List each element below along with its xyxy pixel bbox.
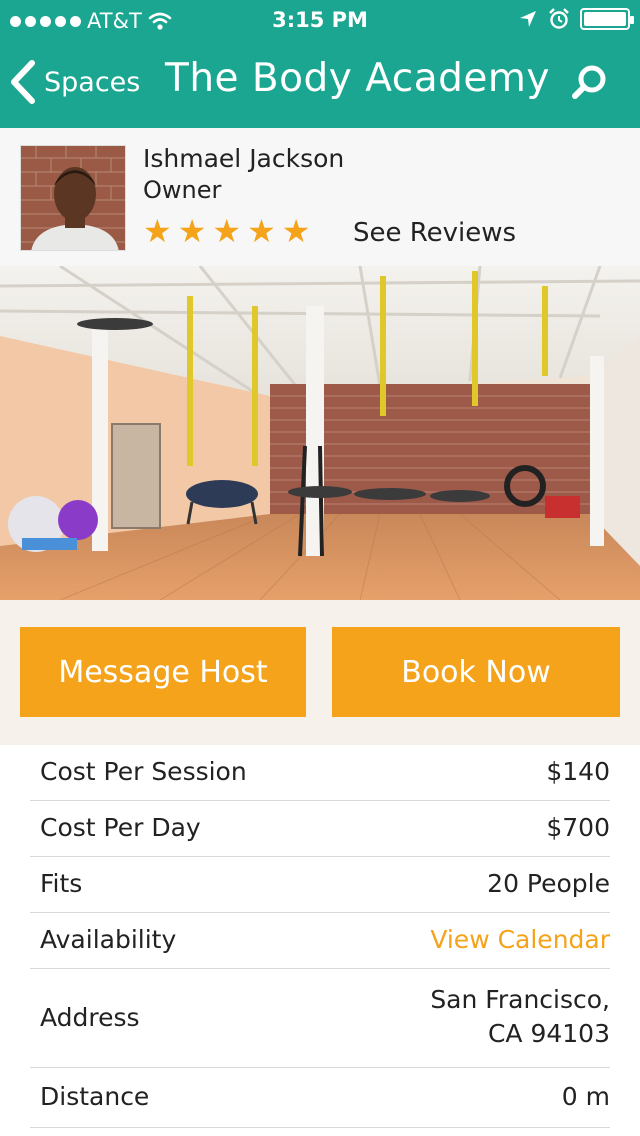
star-icon: ★ [143,212,172,250]
detail-value: 20 People [487,869,610,898]
back-label: Spaces [44,66,141,98]
back-button[interactable]: Spaces [8,54,140,110]
see-reviews-link[interactable]: See Reviews [353,218,516,248]
chevron-left-icon [11,60,35,104]
space-details: Cost Per Session $140 Cost Per Day $700 … [0,745,640,1128]
detail-value: $140 [546,757,610,786]
detail-row-availability: Availability View Calendar [30,913,610,969]
host-card: Ishmael Jackson Owner ★ ★ ★ ★ ★ See Revi… [0,128,640,266]
detail-label: Cost Per Day [40,813,201,842]
host-role: Owner [143,176,222,204]
detail-row-cost-per-day: Cost Per Day $700 [30,801,610,857]
page-title: The Body Academy [165,56,550,101]
book-now-button[interactable]: Book Now [332,627,620,717]
battery-icon [580,8,634,30]
host-name: Ishmael Jackson [143,144,345,173]
view-calendar-link[interactable]: View Calendar [430,925,610,954]
navigation-bar: Spaces The Body Academy [0,40,640,128]
detail-row-address: Address San Francisco, CA 94103 [30,969,610,1068]
detail-value: 0 m [561,1082,610,1111]
detail-label: Availability [40,925,177,954]
star-icon: ★ [247,212,276,250]
host-photo [21,146,125,250]
detail-label: Fits [40,869,83,898]
detail-row-fits: Fits 20 People [30,857,610,913]
location-icon [520,11,536,27]
status-bar: AT&T 3:15 PM [0,0,640,40]
detail-value: $700 [546,813,610,842]
top-bar: AT&T 3:15 PM Spaces The Body Academy [0,0,640,128]
star-icon: ★ [177,212,207,250]
address-line-2: CA 94103 [487,1019,610,1048]
avatar[interactable] [20,145,126,251]
address-line-1: San Francisco, [430,985,610,1014]
star-icon: ★ [212,212,242,250]
detail-label: Cost Per Session [40,757,247,786]
detail-label: Address [40,1003,140,1032]
detail-row-distance: Distance 0 m [30,1068,610,1128]
alarm-icon [549,8,569,29]
detail-row-cost-per-session: Cost Per Session $140 [30,745,610,801]
star-icon: ★ [281,212,311,250]
message-host-button[interactable]: Message Host [20,627,306,717]
search-icon[interactable] [570,62,610,102]
action-buttons: Message Host Book Now [0,600,640,745]
space-photo [0,266,640,600]
detail-label: Distance [40,1082,150,1111]
star-rating: ★ ★ ★ ★ ★ [143,214,310,248]
